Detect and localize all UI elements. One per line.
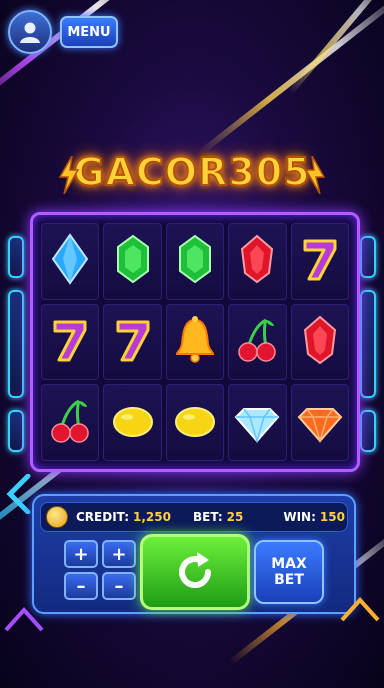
- chevron-decor-icon: [4, 607, 44, 632]
- reel-cell: [290, 223, 349, 300]
- logo-text: GACOR305: [72, 149, 311, 195]
- reel-cell: [290, 384, 349, 461]
- coin-icon: [46, 506, 68, 528]
- diamond-icon: [234, 395, 280, 451]
- win-label: WIN:: [283, 510, 316, 524]
- menu-button[interactable]: MENU: [60, 16, 118, 48]
- bet-label: BET:: [192, 510, 223, 524]
- reel-cell: [41, 223, 100, 300]
- max-bet-button[interactable]: MAX BET: [254, 540, 324, 604]
- reel-cell: [103, 223, 162, 300]
- reel-cell: [165, 303, 225, 381]
- lightning-bolt-icon: [58, 156, 80, 194]
- info-bar: CREDIT: 1,250 BET: 25 WIN: 150: [40, 502, 348, 532]
- reel-grid: [41, 223, 349, 461]
- lemon-icon: [172, 395, 218, 451]
- max-bet-line1: MAX: [271, 556, 307, 572]
- blue-diamond-gem-icon: [47, 233, 93, 289]
- side-rail: [8, 236, 24, 278]
- credit-label: CREDIT:: [76, 510, 129, 524]
- reel-cell: [103, 384, 162, 461]
- reel-cell: [103, 303, 162, 381]
- reel-frame: [30, 212, 360, 472]
- orange-gem-icon: [297, 395, 343, 451]
- decrease-bet-button[interactable]: –: [102, 572, 136, 600]
- seven-icon: [110, 314, 156, 370]
- increase-bet-button[interactable]: +: [102, 540, 136, 568]
- cherries-icon: [234, 314, 280, 370]
- reel-cell: [165, 223, 225, 300]
- red-ruby-gem-icon: [234, 233, 280, 289]
- green-emerald-gem-icon: [110, 233, 156, 289]
- reel-cell: [41, 303, 100, 381]
- lightning-bolt-icon: [304, 156, 326, 194]
- max-bet-line2: BET: [274, 572, 304, 588]
- red-ruby-gem-icon: [297, 314, 343, 370]
- seven-icon: [47, 314, 93, 370]
- avatar-button[interactable]: [8, 10, 52, 54]
- reel-cell: [228, 384, 287, 461]
- lemon-icon: [110, 395, 156, 451]
- spin-button[interactable]: [140, 534, 250, 610]
- user-icon: [20, 22, 40, 43]
- increase-lines-button[interactable]: +: [64, 540, 98, 568]
- green-emerald-gem-icon: [172, 233, 218, 289]
- top-bar: MENU: [8, 10, 118, 54]
- golden-bell-icon: [172, 314, 218, 370]
- side-rail: [8, 290, 24, 398]
- seven-icon: [297, 233, 343, 289]
- game-logo: GACOR305: [0, 149, 384, 195]
- refresh-arrow-icon: [179, 552, 211, 589]
- decrease-lines-button[interactable]: –: [64, 572, 98, 600]
- reel-cell: [228, 223, 287, 300]
- control-panel: CREDIT: 1,250 BET: 25 WIN: 150 + + – – M…: [32, 494, 356, 614]
- win-value: 150: [319, 510, 345, 524]
- chevron-left-icon: [6, 474, 31, 514]
- cherries-icon: [47, 395, 93, 451]
- side-rail: [8, 410, 24, 452]
- credit-value: 1,250: [133, 510, 171, 524]
- reel-cell: [228, 303, 287, 381]
- reel-cell: [290, 303, 349, 381]
- reel-cell: [41, 384, 100, 461]
- side-rail: [360, 236, 376, 278]
- side-rail: [360, 410, 376, 452]
- bet-value: 25: [226, 510, 244, 524]
- side-rail: [360, 290, 376, 398]
- reel-cell: [165, 384, 225, 461]
- chevron-decor-icon: [340, 597, 380, 622]
